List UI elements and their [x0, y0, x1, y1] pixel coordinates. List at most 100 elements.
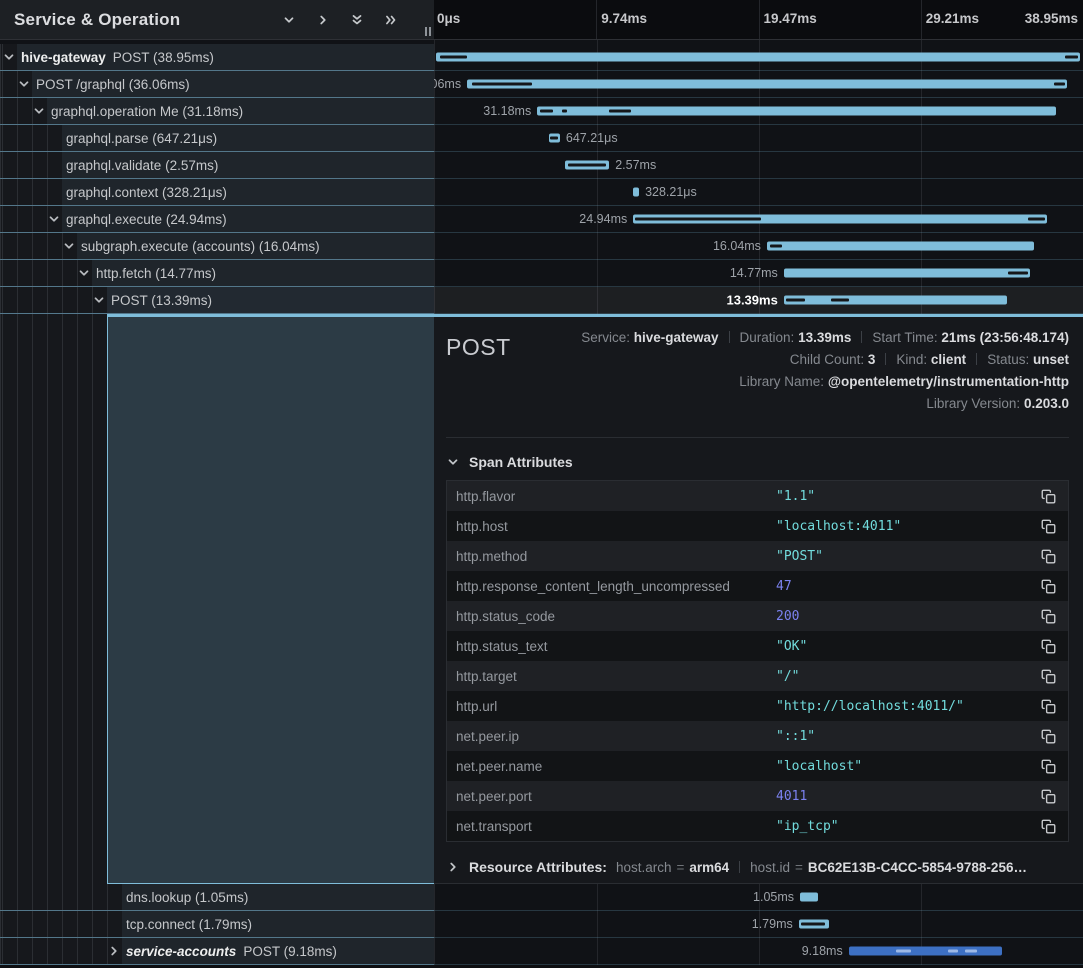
chevron-right-icon[interactable] [107, 938, 121, 964]
span-name-cell[interactable]: subgraph.execute (accounts) (16.04ms) [0, 233, 434, 260]
span-name-cell[interactable]: graphql.parse (647.21μs) [0, 125, 434, 152]
span-bar[interactable] [784, 269, 1030, 278]
operation-name: subgraph.execute (accounts) (16.04ms) [81, 239, 320, 254]
span-name-cell[interactable]: POST /graphql (36.06ms) [0, 71, 434, 98]
section-divider [446, 437, 1069, 438]
chevron-down-icon[interactable] [32, 98, 46, 124]
span-bar[interactable] [800, 893, 818, 902]
span-name-cell[interactable]: graphql.context (328.21μs) [0, 179, 434, 206]
chevron-down-icon[interactable] [2, 44, 16, 70]
attribute-key: http.response_content_length_uncompresse… [456, 579, 776, 594]
attribute-key: http.method [456, 549, 776, 564]
span-duration-label: 24.94ms [579, 212, 627, 226]
span-name-cell[interactable]: POST (13.39ms) [0, 287, 434, 314]
child-span-marker [440, 56, 467, 59]
span-duration-label: 647.21μs [566, 131, 618, 145]
trace-viewer: Service & Operation 0μs9.74ms19.47ms29.2… [0, 0, 1083, 968]
operation-name: graphql.context (328.21μs) [66, 185, 227, 200]
span-bar[interactable] [767, 242, 1034, 251]
span-bar[interactable] [784, 296, 1007, 305]
collapse-one-icon[interactable] [282, 13, 296, 27]
span-bar[interactable] [633, 188, 639, 197]
copy-value-button[interactable] [1039, 817, 1058, 836]
chevron-down-icon[interactable] [92, 287, 106, 313]
chevron-down-icon[interactable] [62, 233, 76, 259]
trace-row: graphql.validate (2.57ms) 2.57ms [0, 152, 1083, 179]
copy-value-button[interactable] [1039, 547, 1058, 566]
copy-value-button[interactable] [1039, 727, 1058, 746]
copy-value-button[interactable] [1039, 757, 1058, 776]
expand-one-icon[interactable] [316, 13, 330, 27]
trace-row: dns.lookup (1.05ms) 1.05ms [0, 884, 1083, 911]
detail-meta-line-3: Library Name: @opentelemetry/instrumenta… [581, 371, 1069, 393]
span-name-cell[interactable]: graphql.execute (24.94ms) [0, 206, 434, 233]
copy-value-button[interactable] [1039, 637, 1058, 656]
collapse-all-icon[interactable] [350, 13, 364, 27]
resource-key: host.id [750, 860, 790, 875]
span-name-cell[interactable]: http.fetch (14.77ms) [0, 260, 434, 287]
attribute-value: "localhost" [776, 759, 1039, 774]
chevron-down-icon[interactable] [77, 260, 91, 286]
span-name-cell[interactable]: hive-gatewayPOST (38.95ms) [0, 44, 434, 71]
span-label: tcp.connect (1.79ms) [122, 911, 252, 937]
copy-value-button[interactable] [1039, 697, 1058, 716]
child-span-marker [472, 83, 532, 86]
span-name-cell[interactable]: dns.lookup (1.05ms) [0, 884, 434, 911]
copy-value-button[interactable] [1039, 517, 1058, 536]
attribute-row: http.status_code200 [447, 601, 1068, 631]
copy-value-button[interactable] [1039, 787, 1058, 806]
span-label: graphql.operation Me (31.18ms) [47, 98, 243, 124]
attribute-value: "OK" [776, 639, 1039, 654]
span-label: graphql.validate (2.57ms) [62, 152, 218, 178]
span-detail-panel: POST Service: hive-gatewayDuration: 13.3… [434, 314, 1083, 884]
trace-row: tcp.connect (1.79ms)1.79ms [0, 911, 1083, 938]
chevron-down-icon [446, 455, 460, 469]
attribute-row: http.host"localhost:4011" [447, 511, 1068, 541]
span-name-cell[interactable]: graphql.operation Me (31.18ms) [0, 98, 434, 125]
attribute-row: http.flavor"1.1" [447, 481, 1068, 511]
copy-value-button[interactable] [1039, 577, 1058, 596]
span-timeline-lane: 2.57ms [434, 152, 1083, 179]
span-name-cell[interactable]: tcp.connect (1.79ms) [0, 911, 434, 938]
operation-name: dns.lookup (1.05ms) [126, 890, 248, 905]
child-span-marker [1028, 218, 1044, 221]
span-duration-label: 36.06ms [434, 77, 461, 91]
attribute-value: "http://localhost:4011/" [776, 699, 1039, 714]
span-detail-region: POST Service: hive-gatewayDuration: 13.3… [0, 314, 1083, 884]
detail-status: unset [1033, 352, 1069, 367]
span-attributes-header[interactable]: Span Attributes [446, 454, 1069, 470]
chevron-down-icon[interactable] [17, 71, 31, 97]
span-name-cell[interactable]: service-accounts POST (9.18ms) [0, 938, 434, 965]
trace-row: POST /graphql (36.06ms)36.06ms [0, 71, 1083, 98]
detail-meta-line-1: Service: hive-gatewayDuration: 13.39msSt… [581, 327, 1069, 349]
operation-name: graphql.execute (24.94ms) [66, 212, 227, 227]
span-bar[interactable] [436, 53, 1080, 62]
chevron-down-icon[interactable] [47, 206, 61, 232]
copy-value-button[interactable] [1039, 667, 1058, 686]
child-span-marker [1054, 83, 1065, 86]
span-name-cell[interactable]: graphql.validate (2.57ms) [0, 152, 434, 179]
column-resize-handle[interactable] [425, 27, 431, 36]
span-duration-label: 16.04ms [713, 239, 761, 253]
detail-kind: client [931, 352, 966, 367]
timeline-tick-label: 9.74ms [601, 11, 647, 26]
span-duration-label: 1.05ms [753, 890, 794, 904]
child-span-marker [896, 950, 911, 953]
indent-guides [0, 179, 62, 205]
operation-name: POST (9.18ms) [243, 944, 337, 959]
resource-attributes-row[interactable]: Resource Attributes: host.arch=arm64host… [446, 859, 1069, 875]
service-name: service-accounts [126, 944, 236, 959]
trace-row: graphql.operation Me (31.18ms)31.18ms [0, 98, 1083, 125]
tree-header: Service & Operation [0, 0, 434, 40]
copy-value-button[interactable] [1039, 487, 1058, 506]
span-timeline-lane: 9.18ms [434, 938, 1083, 965]
expand-all-icon[interactable] [384, 13, 398, 27]
copy-value-button[interactable] [1039, 607, 1058, 626]
span-label: dns.lookup (1.05ms) [122, 884, 248, 910]
trace-row: graphql.execute (24.94ms) 24.94ms [0, 206, 1083, 233]
span-bar[interactable] [849, 947, 1002, 956]
resource-attributes-title: Resource Attributes: [469, 859, 607, 875]
trace-row: http.fetch (14.77ms)14.77ms [0, 260, 1083, 287]
span-attributes-table: http.flavor"1.1"http.host"localhost:4011… [446, 480, 1069, 842]
span-bar[interactable] [467, 80, 1067, 89]
